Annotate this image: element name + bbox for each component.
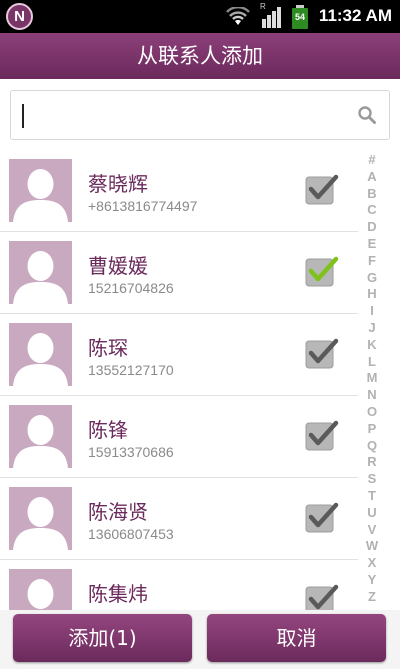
contact-name: 曹媛媛 bbox=[88, 254, 148, 278]
contact-phone: 15216704826 bbox=[88, 280, 174, 296]
app-notification-icon: N bbox=[6, 3, 33, 30]
wifi-icon bbox=[226, 7, 250, 25]
index-letter[interactable]: Q bbox=[360, 438, 384, 455]
index-letter[interactable]: S bbox=[360, 471, 384, 488]
index-letter[interactable]: I bbox=[360, 303, 384, 320]
index-letter[interactable]: R bbox=[360, 454, 384, 471]
index-letter[interactable]: U bbox=[360, 505, 384, 522]
checkbox-icon[interactable] bbox=[305, 418, 339, 452]
checkbox-icon[interactable] bbox=[305, 172, 339, 206]
roaming-label: R bbox=[260, 2, 266, 11]
add-button[interactable]: 添加(1) bbox=[13, 614, 192, 662]
index-letter[interactable]: M bbox=[360, 370, 384, 387]
index-letter[interactable]: # bbox=[360, 152, 384, 169]
contact-row[interactable]: 曹媛媛 15216704826 bbox=[0, 232, 358, 314]
index-letter[interactable]: E bbox=[360, 236, 384, 253]
contact-phone: 13552127170 bbox=[88, 362, 174, 378]
contact-name: 陈海贤 bbox=[88, 500, 148, 524]
index-letter[interactable]: J bbox=[360, 320, 384, 337]
index-letter[interactable]: O bbox=[360, 404, 384, 421]
contact-name: 陈集炜 bbox=[88, 582, 148, 606]
contact-name: 蔡晓辉 bbox=[88, 172, 148, 196]
cancel-button[interactable]: 取消 bbox=[207, 614, 386, 662]
index-letter[interactable]: K bbox=[360, 337, 384, 354]
index-letter[interactable]: F bbox=[360, 253, 384, 270]
contact-row[interactable]: 陈锋 15913370686 bbox=[0, 396, 358, 478]
clock: 11:32 AM bbox=[318, 6, 392, 25]
index-letter[interactable]: H bbox=[360, 286, 384, 303]
contact-phone: 13606807453 bbox=[88, 526, 174, 542]
index-letter[interactable]: B bbox=[360, 186, 384, 203]
index-letter[interactable]: Y bbox=[360, 572, 384, 589]
index-letter[interactable]: A bbox=[360, 169, 384, 186]
index-letter[interactable]: V bbox=[360, 522, 384, 539]
battery-level: 54 bbox=[294, 12, 305, 22]
index-letter[interactable]: P bbox=[360, 421, 384, 438]
avatar-icon bbox=[9, 323, 72, 386]
contact-list[interactable]: 蔡晓辉 +8613816774497 曹媛媛 15216704826 陈琛 13… bbox=[0, 150, 358, 612]
avatar-icon bbox=[9, 487, 72, 550]
checkbox-icon[interactable] bbox=[305, 336, 339, 370]
search-icon[interactable] bbox=[357, 105, 377, 125]
avatar-icon bbox=[9, 241, 72, 304]
avatar-icon bbox=[9, 569, 72, 612]
checkbox-checked-icon[interactable] bbox=[305, 254, 339, 288]
checkbox-icon[interactable] bbox=[305, 582, 339, 612]
index-letter[interactable]: L bbox=[360, 354, 384, 371]
avatar-icon bbox=[9, 159, 72, 222]
signal-icon: R bbox=[260, 2, 282, 28]
index-letter[interactable]: X bbox=[360, 555, 384, 572]
index-letter[interactable]: T bbox=[360, 488, 384, 505]
contact-row[interactable]: 陈集炜 bbox=[0, 560, 358, 612]
checkbox-icon[interactable] bbox=[305, 500, 339, 534]
contact-row[interactable]: 蔡晓辉 +8613816774497 bbox=[0, 150, 358, 232]
contact-row[interactable]: 陈琛 13552127170 bbox=[0, 314, 358, 396]
index-letter[interactable]: N bbox=[360, 387, 384, 404]
index-letter[interactable]: W bbox=[360, 538, 384, 555]
bottom-bar: 添加(1) 取消 bbox=[0, 610, 400, 669]
index-letter[interactable]: G bbox=[360, 270, 384, 287]
index-letter[interactable]: C bbox=[360, 202, 384, 219]
text-cursor bbox=[22, 104, 24, 128]
alphabet-index[interactable]: # A B C D E F G H I J K L M N O P Q R S T U V W X Y Z bbox=[360, 152, 384, 606]
search-input[interactable] bbox=[10, 90, 390, 140]
index-letter[interactable]: Z bbox=[360, 589, 384, 606]
status-bar: N R 54 11:32 AM bbox=[0, 0, 400, 33]
index-letter[interactable]: D bbox=[360, 219, 384, 236]
page-title: 从联系人添加 bbox=[0, 33, 400, 79]
contact-name: 陈锋 bbox=[88, 418, 128, 442]
contact-name: 陈琛 bbox=[88, 336, 128, 360]
contact-phone: 15913370686 bbox=[88, 444, 174, 460]
contact-row[interactable]: 陈海贤 13606807453 bbox=[0, 478, 358, 560]
battery-icon: 54 bbox=[292, 5, 308, 29]
contact-phone: +8613816774497 bbox=[88, 198, 198, 214]
avatar-icon bbox=[9, 405, 72, 468]
